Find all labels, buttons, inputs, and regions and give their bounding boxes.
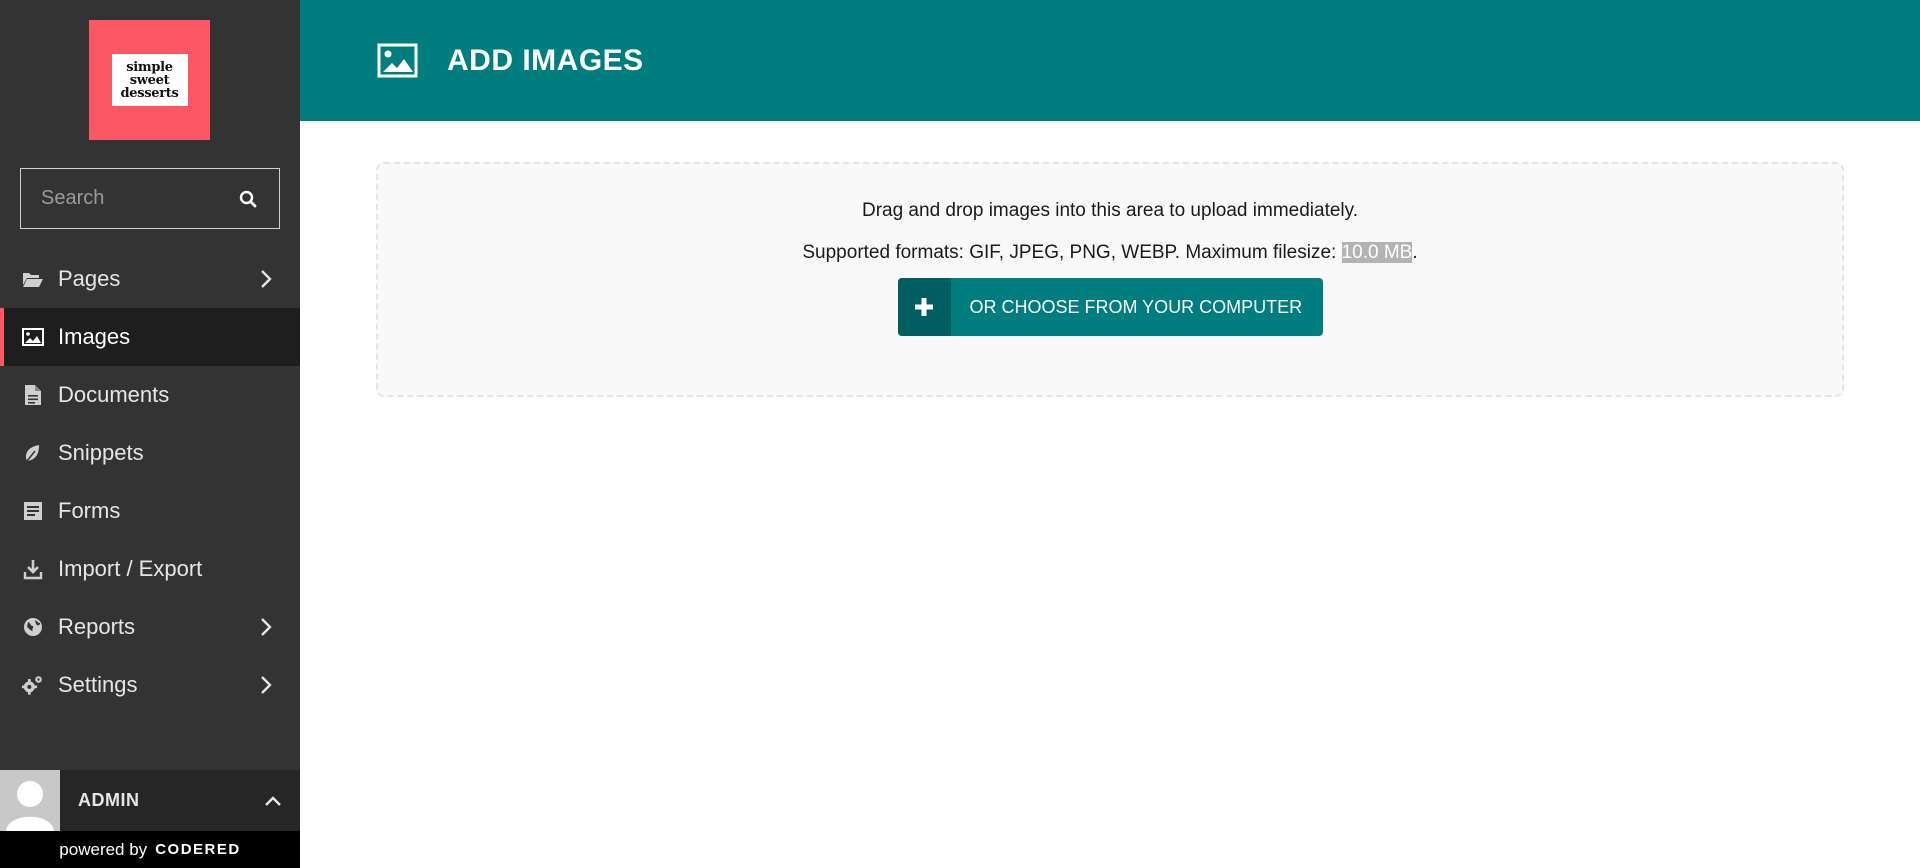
sidebar-item-label: Reports (58, 614, 136, 639)
account-menu[interactable]: ADMIN (0, 770, 300, 831)
chevron-right-icon (258, 268, 274, 290)
powered-by: powered by CodeRed (0, 831, 300, 868)
image-icon (377, 43, 418, 78)
sidebar-item-settings[interactable]: Settings (0, 656, 300, 714)
sidebar-item-label: Import / Export (58, 556, 203, 581)
sidebar-item-label: Documents (58, 382, 170, 407)
download-icon (22, 558, 44, 580)
plus-icon (897, 278, 951, 336)
chevron-right-icon (258, 616, 274, 638)
powered-by-label: powered by (59, 839, 148, 859)
site-logo[interactable]: simple sweet desserts (89, 20, 210, 140)
logo-line-2: sweet (129, 72, 170, 88)
sidebar-item-label: Forms (58, 498, 121, 523)
max-filesize: 10.0 MB (1341, 242, 1413, 263)
dropzone-instruction: Drag and drop images into this area to u… (861, 200, 1359, 221)
cogs-icon (22, 674, 44, 696)
sidebar-item-images[interactable]: Images (0, 308, 300, 366)
search-icon[interactable] (237, 188, 259, 210)
sidebar-item-reports[interactable]: Reports (0, 598, 300, 656)
search-input[interactable] (41, 187, 221, 210)
form-icon (22, 500, 44, 522)
folder-open-icon (22, 268, 44, 290)
sidebar-item-forms[interactable]: Forms (0, 482, 300, 540)
sidebar-item-label: Settings (58, 672, 138, 697)
logo-line-1: simple (126, 59, 173, 75)
logo-text: simple sweet desserts (111, 54, 188, 106)
upload-dropzone[interactable]: Drag and drop images into this area to u… (376, 162, 1844, 397)
globe-icon (22, 616, 44, 638)
image-icon (22, 326, 44, 348)
formats-suffix: . (1412, 242, 1418, 263)
choose-from-computer-button[interactable]: OR CHOOSE FROM YOUR COMPUTER (897, 278, 1323, 336)
sidebar-item-snippets[interactable]: Snippets (0, 424, 300, 482)
sidebar-menu: Pages Images Documents Snippets Forms Im… (0, 250, 300, 714)
snippet-icon (22, 442, 44, 464)
formats-text: Supported formats: GIF, JPEG, PNG, WEBP.… (802, 242, 1342, 263)
sidebar-item-label: Pages (58, 266, 121, 291)
sidebar-item-documents[interactable]: Documents (0, 366, 300, 424)
search-box (20, 168, 280, 229)
avatar (0, 770, 60, 831)
sidebar-item-label: Snippets (58, 440, 144, 465)
account-name: ADMIN (78, 790, 140, 810)
sidebar-item-import-export[interactable]: Import / Export (0, 540, 300, 598)
page-header: ADD IMAGES (300, 0, 1920, 121)
logo-line-3: desserts (120, 85, 179, 101)
chevron-up-icon[interactable] (262, 793, 284, 809)
sidebar-item-pages[interactable]: Pages (0, 250, 300, 308)
choose-button-label: OR CHOOSE FROM YOUR COMPUTER (969, 296, 1303, 317)
document-icon (22, 384, 44, 406)
supported-formats: Supported formats: GIF, JPEG, PNG, WEBP.… (802, 242, 1418, 264)
sidebar-item-label: Images (58, 324, 131, 349)
brand-name[interactable]: CodeRed (155, 841, 241, 858)
chevron-right-icon (258, 674, 274, 696)
sidebar: simple sweet desserts Pages Images (0, 0, 300, 868)
page-title: ADD IMAGES (447, 43, 644, 77)
